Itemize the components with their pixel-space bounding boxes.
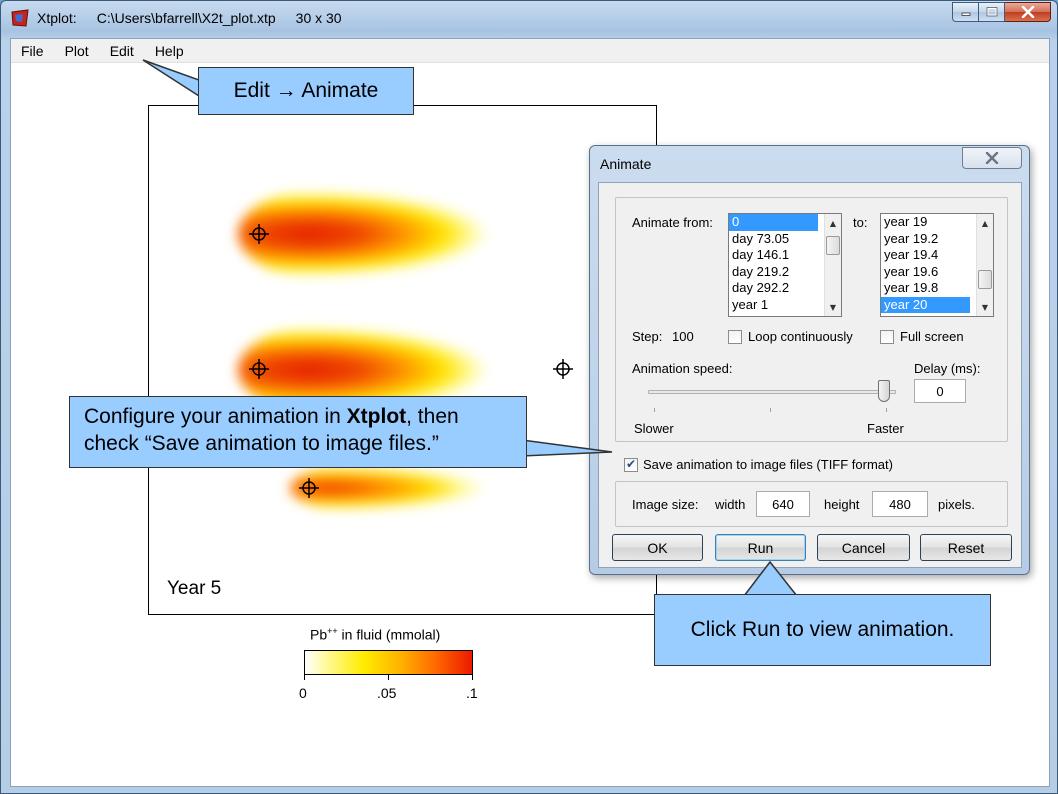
reset-button[interactable]: Reset	[920, 534, 1012, 561]
callout-click-run-text: Click Run to view animation.	[690, 618, 955, 641]
legend-title-charge: ++	[327, 626, 338, 636]
window-title: Xtplot: C:\Users\bfarrell\X2t_plot.xtp 30 …	[37, 10, 362, 26]
legend-title-units: in fluid (mmolal)	[337, 626, 441, 643]
step-label: Step:	[632, 329, 663, 344]
slider-tick	[886, 408, 887, 412]
animate-dialog: Animate Animate from: 0 day 73.05 day 14…	[589, 145, 1030, 575]
dialog-title: Animate	[600, 156, 652, 172]
speed-slider-track[interactable]	[648, 390, 896, 394]
cancel-button[interactable]: Cancel	[817, 534, 910, 561]
menu-bar: File Plot Edit Help	[11, 39, 1049, 63]
speed-slider-thumb[interactable]	[878, 380, 890, 402]
to-list-scrollbar[interactable]: ▲ ▼	[976, 214, 993, 316]
well-marker-icon	[553, 359, 573, 379]
close-icon	[985, 152, 999, 164]
dialog-body: Animate from: 0 day 73.05 day 146.1 day …	[598, 182, 1022, 568]
color-scale-bar	[304, 650, 473, 675]
xtplot-app-icon	[11, 9, 29, 27]
legend-title: Pb++ in fluid (mmolal)	[310, 626, 440, 643]
ok-button[interactable]: OK	[612, 534, 703, 561]
scroll-up-icon[interactable]: ▲	[825, 216, 841, 232]
callout-click-run: Click Run to view animation.	[654, 594, 991, 666]
menu-edit[interactable]: Edit	[108, 42, 136, 60]
window-controls	[952, 2, 1051, 22]
title-bar[interactable]: Xtplot: C:\Users\bfarrell\X2t_plot.xtp 30 …	[1, 1, 1057, 35]
animate-to-list[interactable]: year 19 year 19.2 year 19.4 year 19.6 ye…	[880, 213, 994, 317]
callout-configure-app: Xtplot	[346, 405, 407, 428]
slower-label: Slower	[634, 421, 674, 436]
scroll-thumb[interactable]	[978, 270, 992, 289]
from-item[interactable]: 0	[729, 214, 818, 231]
title-grid-size: 30 x 30	[295, 10, 342, 26]
pixels-label: pixels.	[938, 497, 975, 512]
height-input[interactable]: 480	[872, 491, 928, 517]
save-animation-label[interactable]: Save animation to image files (TIFF form…	[643, 457, 893, 472]
scroll-thumb[interactable]	[826, 236, 840, 255]
well-marker-icon	[249, 224, 269, 244]
minimize-button[interactable]	[952, 2, 979, 22]
from-list-scrollbar[interactable]: ▲ ▼	[824, 214, 841, 316]
minimize-icon	[961, 12, 970, 16]
delay-input[interactable]: 0	[914, 379, 966, 403]
slider-tick	[654, 408, 655, 412]
step-value[interactable]: 100	[672, 329, 694, 344]
callout-configure-text: Configure your animation in	[84, 405, 347, 428]
maximize-button[interactable]	[979, 2, 1005, 22]
plume-bottom	[290, 462, 514, 514]
scroll-up-icon[interactable]: ▲	[977, 216, 993, 232]
legend-tick	[304, 675, 305, 680]
height-label: height	[824, 497, 860, 512]
run-button[interactable]: Run	[715, 534, 806, 561]
legend-tick-label: 0	[299, 685, 307, 701]
legend-title-species: Pb	[310, 626, 328, 643]
animate-from-label: Animate from:	[632, 215, 713, 230]
save-animation-checkbox[interactable]	[624, 457, 638, 472]
speed-label: Animation speed:	[632, 361, 733, 376]
close-icon	[1021, 6, 1034, 18]
menu-plot[interactable]: Plot	[63, 42, 91, 60]
loop-checkbox[interactable]	[728, 330, 742, 344]
width-label: width	[715, 497, 746, 512]
time-label: Year 5	[167, 578, 222, 599]
faster-label: Faster	[867, 421, 904, 436]
dialog-close-button[interactable]	[962, 147, 1022, 169]
to-label: to:	[853, 215, 868, 230]
callout-edit-animate: Edit → Animate	[198, 67, 414, 115]
fullscreen-label[interactable]: Full screen	[900, 329, 964, 344]
well-marker-icon	[249, 359, 269, 379]
legend-tick-label: .1	[466, 685, 478, 701]
plume-top	[238, 186, 494, 282]
fullscreen-checkbox[interactable]	[880, 330, 894, 344]
to-item[interactable]: year 20	[881, 296, 970, 313]
legend-tick	[472, 675, 473, 680]
well-marker-icon	[299, 478, 319, 498]
menu-help[interactable]: Help	[153, 42, 186, 60]
legend-tick	[388, 675, 389, 680]
image-size-label: Image size:	[632, 497, 699, 512]
maximize-icon	[986, 7, 997, 17]
callout-configure: Configure your animation in Xtplot, then…	[69, 396, 527, 468]
callout-edit-animate-text: Edit → Animate	[233, 79, 379, 102]
animate-from-list[interactable]: 0 day 73.05 day 146.1 day 219.2 day 292.…	[728, 213, 842, 317]
slider-tick	[770, 408, 771, 412]
legend-tick-label: .05	[377, 685, 397, 701]
title-file-path: C:\Users\bfarrell\X2t_plot.xtp	[96, 10, 276, 26]
menu-file[interactable]: File	[19, 42, 46, 60]
close-button[interactable]	[1005, 2, 1051, 22]
width-input[interactable]: 640	[756, 491, 810, 517]
title-app-name: Xtplot:	[37, 10, 77, 26]
delay-label: Delay (ms):	[914, 361, 981, 376]
loop-label[interactable]: Loop continuously	[748, 329, 853, 344]
scroll-down-icon[interactable]: ▼	[825, 300, 841, 316]
scroll-down-icon[interactable]: ▼	[977, 300, 993, 316]
